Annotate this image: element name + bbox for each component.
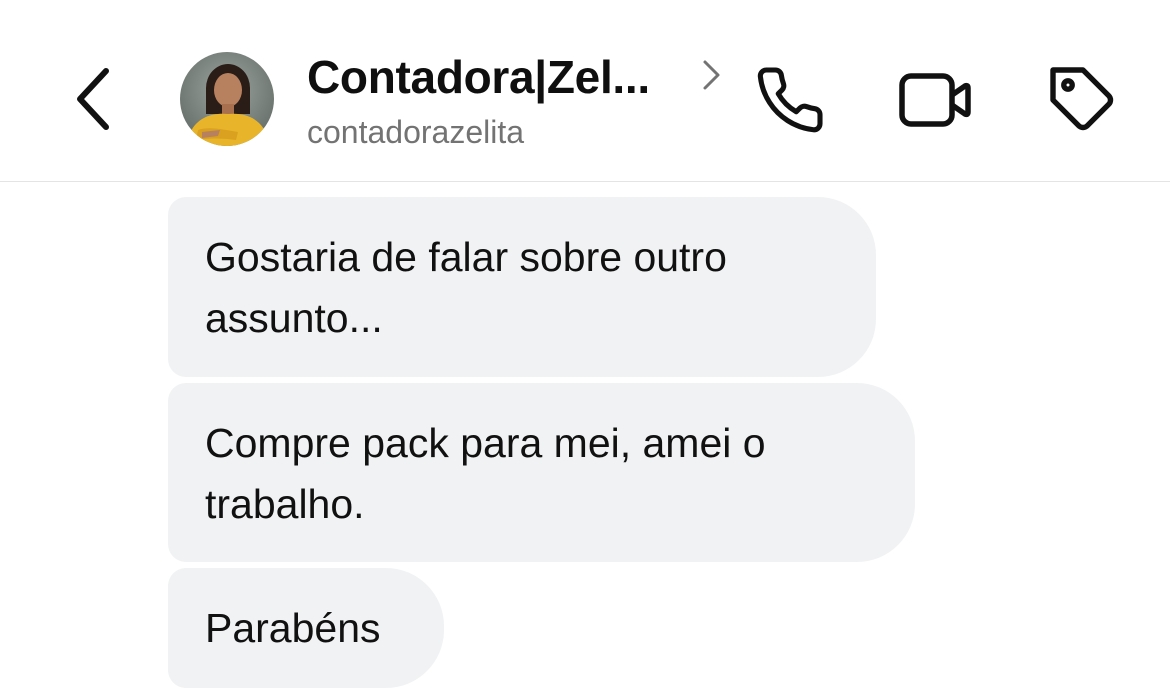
contact-info-link[interactable]: Contadora|Zel... contadorazelita <box>307 48 737 158</box>
label-chat-button[interactable] <box>1045 62 1121 138</box>
message-text: Gostaria de falar sobre outro assunto... <box>205 234 727 341</box>
message-bubble[interactable]: Gostaria de falar sobre outro assunto... <box>168 197 876 377</box>
message-text: Parabéns <box>205 605 381 651</box>
audio-call-button[interactable] <box>752 62 828 138</box>
video-camera-icon <box>899 73 971 127</box>
avatar[interactable] <box>180 52 274 146</box>
chevron-right-icon <box>703 60 720 90</box>
video-call-button[interactable] <box>897 62 973 138</box>
message-bubble[interactable]: Parabéns <box>168 568 444 688</box>
direct-message-thread: Contadora|Zel... contadorazelita Gostari… <box>0 0 1170 691</box>
message-text: Compre pack para mei, amei o trabalho. <box>205 420 766 527</box>
chevron-left-icon <box>77 68 109 130</box>
thread-header: Contadora|Zel... contadorazelita <box>0 0 1170 182</box>
message-bubble[interactable]: Compre pack para mei, amei o trabalho. <box>168 383 915 562</box>
phone-icon <box>757 67 823 133</box>
profile-photo <box>180 52 274 146</box>
contact-name: Contadora|Zel... <box>307 51 650 103</box>
back-button[interactable] <box>62 62 126 136</box>
tag-icon <box>1050 67 1114 131</box>
contact-handle: contadorazelita <box>307 114 525 150</box>
